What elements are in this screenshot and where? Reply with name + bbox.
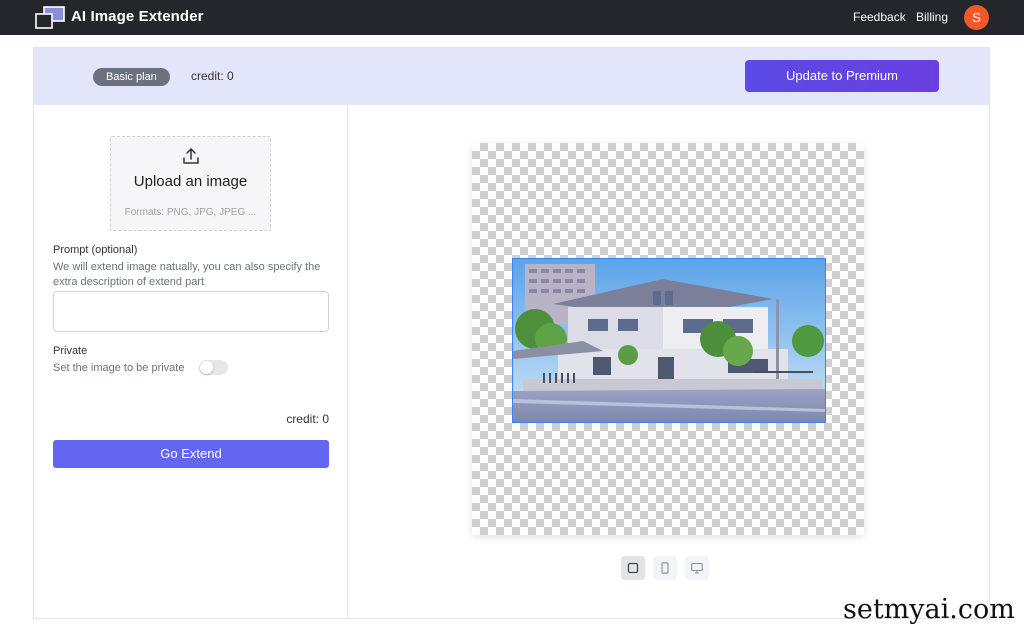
plan-badge: Basic plan [93, 68, 170, 86]
layered-squares-logo-icon[interactable] [35, 6, 65, 29]
square-view-button[interactable] [621, 556, 645, 580]
private-toggle[interactable] [199, 360, 228, 375]
watermark-text: setmyai.com [843, 594, 1015, 625]
user-avatar[interactable]: S [964, 5, 989, 30]
plan-credit-text: credit: 0 [191, 69, 234, 83]
credit-text: credit: 0 [286, 412, 329, 426]
monitor-icon [691, 562, 703, 574]
upload-dropzone[interactable]: Upload an image Formats: PNG, JPG, JPEG … [110, 136, 271, 231]
toggle-knob [200, 361, 213, 374]
upload-icon [183, 148, 199, 164]
update-to-premium-button[interactable]: Update to Premium [745, 60, 939, 92]
app-title[interactable]: AI Image Extender [71, 8, 204, 25]
top-nav: AI Image Extender Feedback Billing S [0, 0, 1024, 35]
extend-canvas[interactable] [472, 143, 864, 535]
portrait-icon [661, 562, 669, 574]
plan-bar: Basic plan credit: 0 Update to Premium [34, 48, 989, 105]
prompt-input[interactable] [53, 291, 329, 332]
go-extend-button[interactable]: Go Extend [53, 440, 329, 468]
monitor-view-button[interactable] [685, 556, 709, 580]
upload-title: Upload an image [133, 173, 248, 190]
feedback-link[interactable]: Feedback [853, 10, 906, 24]
private-help-text: Set the image to be private [53, 362, 185, 374]
private-label: Private [53, 345, 88, 357]
settings-panel: Upload an image Formats: PNG, JPG, JPEG … [34, 105, 348, 618]
square-icon [627, 562, 639, 574]
prompt-label: Prompt (optional) [53, 244, 138, 256]
upload-formats: Formats: PNG, JPG, JPEG ... [124, 207, 257, 218]
portrait-view-button[interactable] [653, 556, 677, 580]
billing-link[interactable]: Billing [916, 10, 948, 24]
view-mode-toggles [621, 556, 711, 580]
house-illustration-icon [513, 259, 825, 422]
source-image[interactable] [512, 258, 826, 423]
prompt-help-text: We will extend image natually, you can a… [53, 261, 321, 288]
